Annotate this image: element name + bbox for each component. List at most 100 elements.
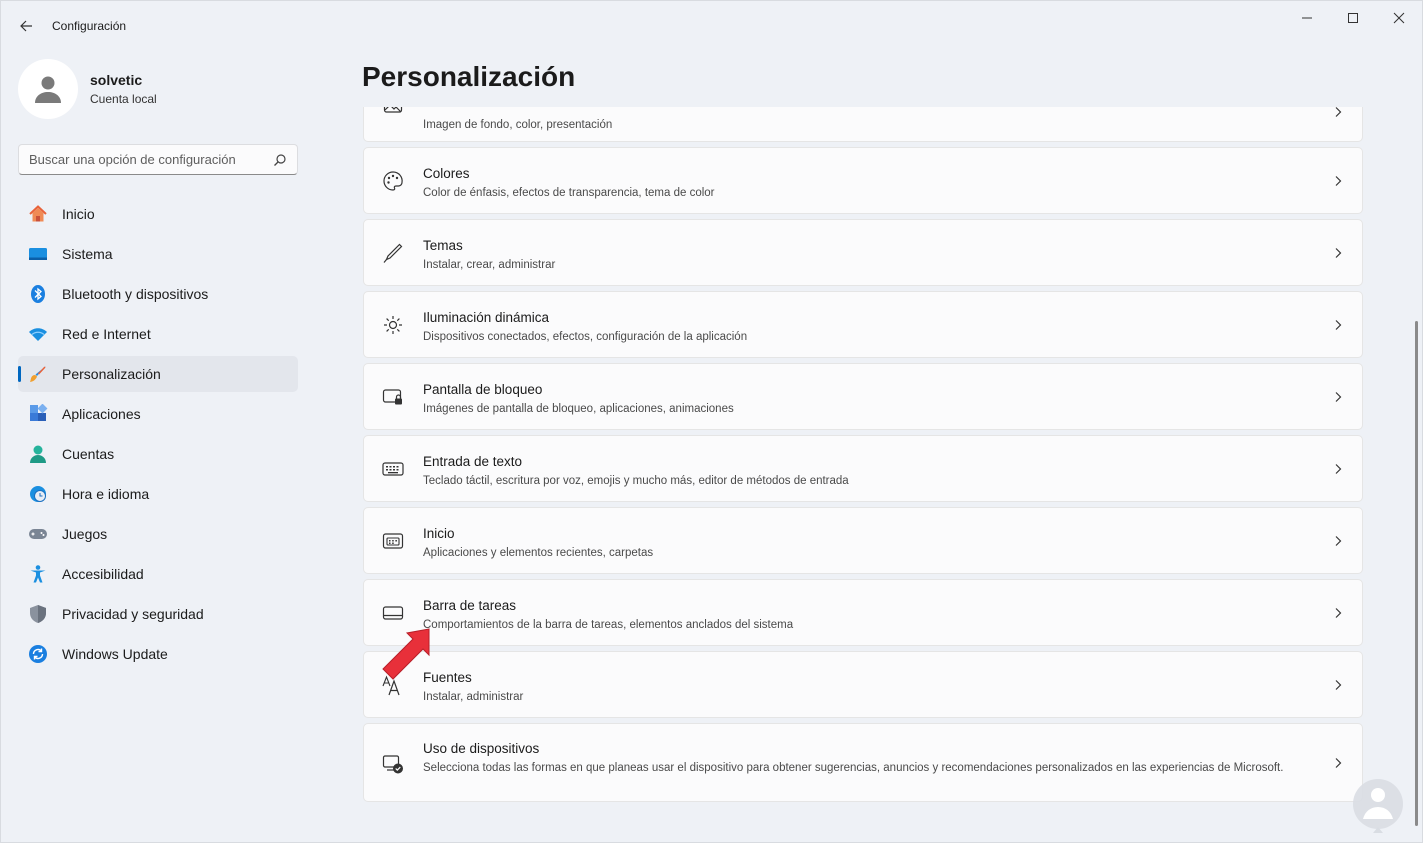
- card-description: Imagen de fondo, color, presentación: [423, 119, 613, 131]
- chevron-right-icon: [1335, 680, 1342, 690]
- card-title: Fuentes: [423, 670, 472, 685]
- sidebar-item-bluetooth[interactable]: Bluetooth y dispositivos: [18, 276, 298, 312]
- profile-name: solvetic: [90, 72, 143, 88]
- card-description: Comportamientos de la barra de tareas, e…: [423, 619, 794, 631]
- card-description: Instalar, administrar: [423, 691, 524, 703]
- chevron-right-icon: [1335, 248, 1342, 258]
- sidebar-item-label: Aplicaciones: [62, 406, 141, 422]
- card-temas[interactable]: Temas Instalar, crear, administrar: [363, 219, 1363, 286]
- card-description: Dispositivos conectados, efectos, config…: [423, 331, 748, 343]
- watermark-logo-icon: [1353, 779, 1403, 833]
- settings-window: Configuración solvetic Cuenta local Busc…: [0, 0, 1423, 843]
- chevron-right-icon: [1335, 320, 1342, 330]
- sidebar-item-accesibilidad[interactable]: Accesibilidad: [18, 556, 298, 592]
- card-title: Uso de dispositivos: [423, 741, 540, 756]
- card-iluminacion-dinamica[interactable]: Iluminación dinámica Dispositivos conect…: [363, 291, 1363, 358]
- pen-icon: [382, 242, 404, 264]
- sidebar-item-label: Juegos: [62, 526, 108, 542]
- card-inicio[interactable]: Inicio Aplicaciones y elementos reciente…: [363, 507, 1363, 574]
- card-title: Inicio: [423, 526, 455, 541]
- sidebar-nav: Inicio Sistema Bluetooth y dispositivos …: [18, 196, 298, 676]
- profile-account-type: Cuenta local: [90, 92, 157, 106]
- app-title: Configuración: [52, 19, 127, 33]
- card-entrada-texto[interactable]: Entrada de texto Teclado táctil, escritu…: [363, 435, 1363, 502]
- start-icon: [382, 530, 404, 552]
- card-description: Color de énfasis, efectos de transparenc…: [423, 187, 715, 199]
- sidebar-item-hora[interactable]: Hora e idioma: [18, 476, 298, 512]
- card-description: Imágenes de pantalla de bloqueo, aplicac…: [423, 403, 734, 415]
- sidebar-item-juegos[interactable]: Juegos: [18, 516, 298, 552]
- sidebar-item-inicio[interactable]: Inicio: [18, 196, 298, 232]
- sidebar-item-cuentas[interactable]: Cuentas: [18, 436, 298, 472]
- sidebar-item-privacidad[interactable]: Privacidad y seguridad: [18, 596, 298, 632]
- annotation-arrow-icon: [382, 628, 430, 680]
- apps-icon: [28, 404, 48, 424]
- card-description: Selecciona todas las formas en que plane…: [423, 762, 1284, 774]
- back-arrow-icon: [20, 20, 32, 32]
- search-icon[interactable]: [273, 153, 287, 167]
- account-icon: [28, 444, 48, 464]
- sidebar-item-label: Personalización: [62, 366, 161, 382]
- card-barra-tareas[interactable]: Barra de tareas Comportamientos de la ba…: [363, 579, 1363, 646]
- update-icon: [28, 644, 48, 664]
- sidebar-item-label: Windows Update: [62, 646, 168, 662]
- card-fondo[interactable]: Imagen de fondo, color, presentación: [363, 107, 1363, 142]
- chevron-right-icon: [1335, 758, 1342, 768]
- sidebar-item-sistema[interactable]: Sistema: [18, 236, 298, 272]
- shield-icon: [28, 604, 48, 624]
- card-colores[interactable]: Colores Color de énfasis, efectos de tra…: [363, 147, 1363, 214]
- sidebar-item-label: Privacidad y seguridad: [62, 606, 204, 622]
- sidebar-item-label: Bluetooth y dispositivos: [62, 286, 209, 302]
- back-button[interactable]: [13, 13, 39, 39]
- card-uso-dispositivos[interactable]: Uso de dispositivos Selecciona todas las…: [363, 723, 1363, 802]
- brush-icon: [28, 364, 48, 384]
- card-pantalla-bloqueo[interactable]: Pantalla de bloqueo Imágenes de pantalla…: [363, 363, 1363, 430]
- home-icon: [28, 204, 48, 224]
- avatar: [18, 59, 78, 119]
- search-input[interactable]: [29, 152, 273, 167]
- wifi-icon: [28, 324, 48, 344]
- scrollbar-thumb[interactable]: [1415, 321, 1418, 826]
- title-bar: Configuración: [1, 1, 1422, 51]
- sidebar-item-windows-update[interactable]: Windows Update: [18, 636, 298, 672]
- card-description: Aplicaciones y elementos recientes, carp…: [423, 547, 654, 559]
- taskbar-icon: [382, 602, 404, 624]
- card-title: Temas: [423, 238, 463, 253]
- sidebar-item-label: Red e Internet: [62, 326, 151, 342]
- light-icon: [382, 314, 404, 336]
- sidebar-item-label: Accesibilidad: [62, 566, 144, 582]
- chevron-right-icon: [1335, 608, 1342, 618]
- sidebar-item-aplicaciones[interactable]: Aplicaciones: [18, 396, 298, 432]
- user-silhouette-icon: [35, 76, 61, 103]
- lock-screen-icon: [382, 386, 404, 408]
- close-button[interactable]: [1376, 1, 1422, 35]
- chevron-right-icon: [1335, 392, 1342, 402]
- user-profile[interactable]: solvetic Cuenta local: [18, 59, 157, 119]
- card-title: Barra de tareas: [423, 598, 517, 613]
- clock-globe-icon: [28, 484, 48, 504]
- device-usage-icon: [382, 753, 404, 775]
- minimize-icon: [1302, 17, 1312, 19]
- chevron-right-icon: [1335, 176, 1342, 186]
- page-title: Personalización: [362, 61, 576, 92]
- maximize-button[interactable]: [1330, 1, 1376, 35]
- sidebar-item-red[interactable]: Red e Internet: [18, 316, 298, 352]
- window-controls: [1284, 1, 1422, 35]
- bluetooth-icon: [28, 284, 48, 304]
- settings-list: Imagen de fondo, color, presentación Col…: [363, 107, 1363, 843]
- card-title: Iluminación dinámica: [423, 310, 550, 325]
- search-box[interactable]: [18, 144, 298, 175]
- palette-icon: [382, 170, 404, 192]
- close-icon: [1393, 12, 1405, 24]
- sidebar-item-label: Hora e idioma: [62, 486, 150, 502]
- keyboard-icon: [382, 458, 404, 480]
- sidebar-item-label: Sistema: [62, 246, 113, 262]
- card-title: Entrada de texto: [423, 454, 523, 469]
- minimize-button[interactable]: [1284, 1, 1330, 35]
- sidebar-item-personalizacion[interactable]: Personalización: [18, 356, 298, 392]
- sidebar-item-label: Inicio: [62, 206, 95, 222]
- chevron-right-icon: [1335, 464, 1342, 474]
- card-fuentes[interactable]: Fuentes Instalar, administrar: [363, 651, 1363, 718]
- card-title: Colores: [423, 166, 470, 181]
- maximize-icon: [1348, 13, 1358, 23]
